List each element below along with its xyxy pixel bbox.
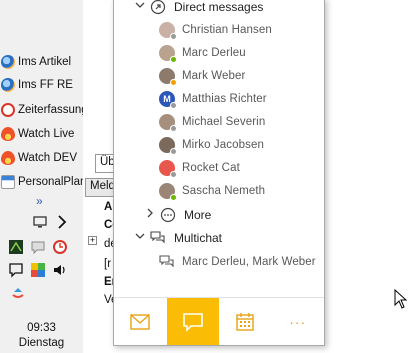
avatar — [159, 21, 177, 40]
contact-item[interactable]: Sascha Nemeth — [114, 179, 324, 202]
nav-calendar-button[interactable] — [219, 298, 272, 345]
contact-name: Marc Derleu — [182, 46, 246, 59]
section-more[interactable]: More — [144, 203, 354, 226]
chevron-down-icon[interactable] — [134, 231, 146, 244]
chat-icon — [182, 312, 203, 332]
app-green-icon[interactable] — [8, 239, 24, 255]
flame-icon — [1, 127, 15, 141]
section-label: Direct messages — [174, 0, 264, 14]
presence-indicator — [170, 101, 177, 109]
contact-item[interactable]: M Matthias Richter — [114, 87, 324, 110]
multichat-name: Marc Derleu, Mark Weber — [182, 255, 316, 268]
mouse-cursor-icon — [394, 289, 408, 309]
multichat-icon — [159, 254, 175, 270]
flame-icon — [1, 151, 15, 165]
contact-name: Matthias Richter — [182, 92, 267, 105]
presence-indicator — [170, 78, 177, 86]
taskbar-item-label: Watch DEV — [18, 152, 78, 164]
bg-line: [r — [104, 258, 112, 270]
tray-row — [10, 286, 32, 302]
mail-icon — [130, 313, 150, 330]
direct-message-icon — [150, 0, 166, 15]
presence-indicator — [170, 32, 177, 40]
presence-indicator — [170, 193, 177, 201]
contact-name: Rocket Cat — [182, 161, 240, 174]
presence-indicator — [170, 124, 177, 132]
section-direct-messages[interactable]: Direct messages — [134, 0, 344, 18]
presence-indicator — [170, 170, 177, 178]
avatar — [159, 44, 177, 63]
taskbar-item-label: PersonalPlan — [18, 176, 83, 188]
avatar — [159, 136, 177, 155]
clock-time[interactable]: 09:33 — [0, 322, 83, 334]
multichat-item[interactable]: Marc Derleu, Mark Weber — [114, 250, 324, 273]
chat-popup: Direct messages Christian Hansen Marc Der… — [113, 0, 325, 346]
nav-more-button[interactable]: ··· — [272, 298, 325, 345]
taskbar-item-label: Zeiterfassung — [18, 104, 83, 116]
calendar-icon — [236, 312, 254, 331]
clock-day[interactable]: Dienstag — [0, 337, 83, 349]
tray-row — [8, 239, 74, 255]
app-globe-icon — [1, 78, 15, 92]
avatar: M — [159, 90, 177, 109]
contact-name: Mirko Jacobsen — [182, 138, 264, 151]
contact-item[interactable]: Marc Derleu — [114, 41, 324, 64]
taskbar-item-label: Ims Artikel — [18, 56, 72, 68]
taskbar-item-label: Ims FF RE — [18, 79, 73, 91]
taskbar-item-zeiterfassung[interactable]: Zeiterfassung — [0, 99, 83, 121]
taskbar-item-ims-ff-re[interactable]: Ims FF RE — [0, 74, 83, 96]
taskbar-item-watch-live[interactable]: Watch Live — [0, 123, 83, 145]
taskbar: Ims Artikel Ims FF RE Zeiterfassung Watc… — [0, 0, 83, 353]
contact-item[interactable]: Rocket Cat — [114, 156, 324, 179]
monitor-icon[interactable] — [32, 214, 48, 230]
taskbar-item-ims-artikel[interactable]: Ims Artikel — [0, 51, 83, 73]
calendar-app-icon — [1, 175, 15, 189]
contact-name: Sascha Nemeth — [182, 184, 266, 197]
avatar — [159, 182, 177, 201]
contact-name: Michael Severin — [182, 115, 266, 128]
expander-button[interactable]: + — [88, 236, 97, 245]
contact-name: Christian Hansen — [182, 23, 272, 36]
taskbar-item-label: Watch Live — [18, 128, 75, 140]
taskbar-item-personalplan[interactable]: PersonalPlan — [0, 171, 83, 193]
app-tiles-icon[interactable] — [30, 262, 46, 278]
chevron-down-icon[interactable] — [134, 0, 146, 13]
section-label: Multichat — [174, 230, 223, 245]
avatar — [159, 159, 177, 178]
expand-taskbar-button[interactable]: » — [36, 194, 43, 208]
avatar-initial: M — [163, 93, 171, 104]
nav-mail-button[interactable] — [114, 298, 167, 345]
chat-bubble-icon[interactable] — [30, 239, 46, 255]
multichat-icon — [150, 230, 166, 246]
contact-name: Mark Weber — [182, 69, 246, 82]
nav-chat-button[interactable] — [166, 298, 219, 345]
notification-icon[interactable] — [8, 262, 24, 278]
clock-icon — [1, 103, 15, 117]
speaker-icon[interactable] — [52, 262, 68, 278]
clock-icon[interactable] — [52, 239, 68, 255]
app-globe-icon — [1, 55, 15, 69]
contact-item[interactable]: Michael Severin — [114, 110, 324, 133]
cloud-sync-icon[interactable] — [10, 286, 26, 302]
chevron-right-icon[interactable] — [54, 214, 70, 230]
avatar — [159, 67, 177, 86]
bottom-nav: ··· — [114, 297, 324, 345]
contact-item[interactable]: Mark Weber — [114, 64, 324, 87]
contact-item[interactable]: Mirko Jacobsen — [114, 133, 324, 156]
more-icon: ··· — [289, 313, 307, 330]
presence-indicator — [170, 55, 177, 63]
tray-row — [32, 214, 76, 230]
avatar — [159, 113, 177, 132]
taskbar-item-watch-dev[interactable]: Watch DEV — [0, 147, 83, 169]
section-label: More — [184, 207, 212, 222]
more-circle-icon — [160, 207, 176, 223]
tray-row — [8, 262, 74, 278]
section-multichat[interactable]: Multichat — [134, 226, 344, 249]
contact-item[interactable]: Christian Hansen — [114, 18, 324, 41]
presence-indicator — [170, 147, 177, 155]
chevron-right-icon[interactable] — [144, 208, 156, 221]
